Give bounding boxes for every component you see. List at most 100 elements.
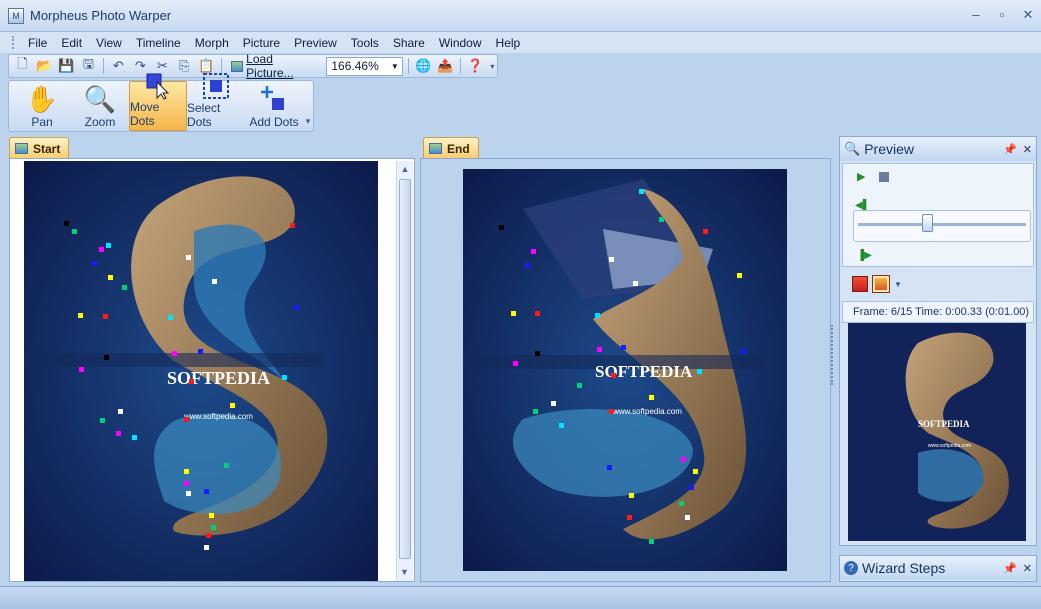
morph-dot[interactable] (132, 435, 137, 440)
morph-dot[interactable] (533, 409, 538, 414)
chevron-down-icon[interactable]: ▼ (894, 280, 902, 289)
morph-dot[interactable] (224, 463, 229, 468)
load-picture-button[interactable]: Load Picture... (227, 52, 324, 80)
morph-dot[interactable] (108, 275, 113, 280)
morph-dot[interactable] (204, 545, 209, 550)
morph-dot[interactable] (737, 273, 742, 278)
morph-dot[interactable] (184, 469, 189, 474)
open-folder-icon[interactable]: 📂 (35, 56, 54, 76)
new-file-icon[interactable]: 🗋 (13, 56, 32, 76)
help-icon[interactable]: ❓ (466, 56, 485, 76)
close-pane-icon[interactable]: ✕ (1023, 143, 1032, 156)
menu-timeline[interactable]: Timeline (129, 36, 188, 50)
pan-button[interactable]: ✋ Pan (13, 81, 71, 131)
start-vertical-scrollbar[interactable]: ▲ ▼ (396, 161, 413, 581)
morph-dot[interactable] (551, 401, 556, 406)
share-icon[interactable]: 📤 (436, 56, 455, 76)
morph-dot[interactable] (189, 379, 194, 384)
morph-dot[interactable] (116, 431, 121, 436)
morph-dot[interactable] (290, 223, 295, 228)
morph-dot[interactable] (609, 409, 614, 414)
undo-icon[interactable]: ↶ (109, 56, 128, 76)
morph-dot[interactable] (621, 345, 626, 350)
morph-dot[interactable] (294, 305, 299, 310)
morph-dot[interactable] (597, 347, 602, 352)
morph-dot[interactable] (629, 493, 634, 498)
tab-end[interactable]: End (423, 137, 479, 159)
color-mode-icon[interactable] (852, 276, 868, 292)
morph-dot[interactable] (741, 349, 746, 354)
close-pane-icon[interactable]: ✕ (1023, 562, 1032, 575)
stop-icon[interactable] (879, 172, 889, 182)
morph-dot[interactable] (685, 515, 690, 520)
morph-dot[interactable] (122, 285, 127, 290)
copy-icon[interactable]: ⎘ (175, 56, 194, 76)
morph-dot[interactable] (499, 225, 504, 230)
zoom-select[interactable]: 166.46% ▼ (326, 56, 403, 76)
pin-icon[interactable]: 📌 (1003, 143, 1017, 156)
morph-dot[interactable] (649, 539, 654, 544)
morph-dot[interactable] (639, 189, 644, 194)
morph-dot[interactable] (703, 229, 708, 234)
morph-dot[interactable] (79, 367, 84, 372)
morph-dot[interactable] (186, 255, 191, 260)
close-icon[interactable]: ✕ (1021, 8, 1035, 22)
tab-start[interactable]: Start (9, 137, 70, 159)
morph-dot[interactable] (172, 351, 177, 356)
menu-edit[interactable]: Edit (54, 36, 89, 50)
morph-dot[interactable] (609, 257, 614, 262)
start-image[interactable]: SOFTPEDIA www.softpedia.com (24, 161, 378, 581)
morph-dot[interactable] (99, 247, 104, 252)
morph-dot[interactable] (627, 515, 632, 520)
menu-picture[interactable]: Picture (236, 36, 287, 50)
step-forward-icon[interactable]: ▐▶ (857, 250, 872, 261)
menu-view[interactable]: View (89, 36, 129, 50)
morph-dot[interactable] (106, 243, 111, 248)
frame-slider[interactable] (853, 210, 1031, 242)
slider-thumb[interactable] (922, 214, 933, 232)
morph-dot[interactable] (659, 217, 664, 222)
morph-dot[interactable] (577, 383, 582, 388)
morph-dot[interactable] (649, 395, 654, 400)
morph-dot[interactable] (511, 311, 516, 316)
move-dots-button[interactable]: Move Dots (129, 73, 187, 131)
morph-dot[interactable] (611, 373, 616, 378)
morph-dot[interactable] (282, 375, 287, 380)
morph-dot[interactable] (118, 409, 123, 414)
morph-dot[interactable] (209, 513, 214, 518)
end-image[interactable]: SOFTPEDIA www.softpedia.com (463, 169, 787, 571)
toolbar-overflow-icon[interactable]: ▾ (303, 81, 313, 131)
morph-dot[interactable] (230, 403, 235, 408)
add-dots-button[interactable]: Add Dots (245, 81, 303, 131)
morph-dot[interactable] (64, 221, 69, 226)
morph-dot[interactable] (211, 525, 216, 530)
scroll-thumb[interactable] (399, 179, 411, 559)
morph-dot[interactable] (168, 315, 173, 320)
morph-dot[interactable] (198, 349, 203, 354)
morph-dot[interactable] (72, 229, 77, 234)
save-as-icon[interactable]: 🖫 (79, 56, 98, 76)
menu-file[interactable]: File (21, 36, 54, 50)
morph-dot[interactable] (184, 417, 189, 422)
morph-dot[interactable] (697, 369, 702, 374)
morph-dot[interactable] (204, 489, 209, 494)
morph-dot[interactable] (535, 351, 540, 356)
scroll-down-icon[interactable]: ▼ (397, 564, 412, 581)
menu-window[interactable]: Window (432, 36, 489, 50)
morph-dot[interactable] (525, 263, 530, 268)
morph-dot[interactable] (679, 501, 684, 506)
morph-dot[interactable] (681, 457, 686, 462)
toolbar-options-icon[interactable]: ▾ (488, 56, 497, 76)
morph-dot[interactable] (92, 261, 97, 266)
morph-dot[interactable] (78, 313, 83, 318)
wizard-header[interactable]: ? Wizard Steps 📌 ✕ (840, 556, 1036, 580)
gradient-mode-icon[interactable] (872, 275, 890, 293)
menu-preview[interactable]: Preview (287, 36, 344, 50)
morph-dot[interactable] (212, 279, 217, 284)
morph-dot[interactable] (100, 418, 105, 423)
morph-dot[interactable] (531, 249, 536, 254)
globe-icon[interactable]: 🌐 (414, 56, 433, 76)
morph-dot[interactable] (559, 423, 564, 428)
zoom-button[interactable]: 🔍 Zoom (71, 81, 129, 131)
pin-icon[interactable]: 📌 (1003, 562, 1017, 575)
